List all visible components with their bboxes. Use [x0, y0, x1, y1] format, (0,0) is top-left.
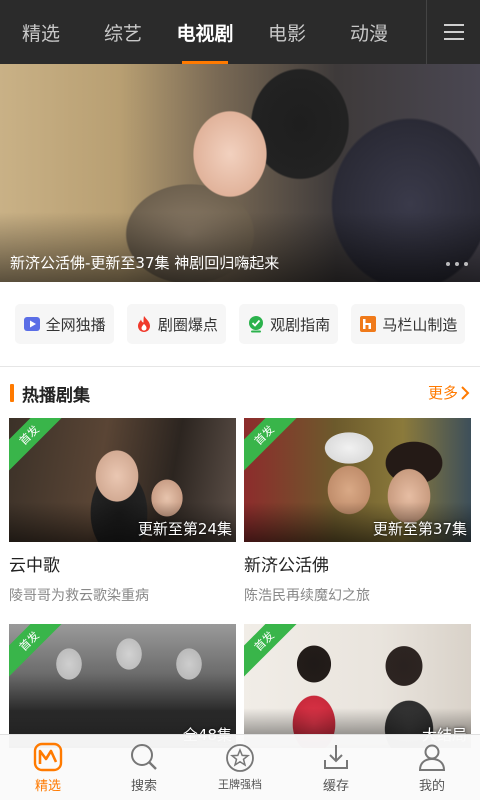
series-card[interactable]: 首发 更新至第24集 云中歌 陵哥哥为救云歌染重病 — [9, 418, 236, 605]
bottom-nav: 精选 搜索 王牌强档 缓存 我的 — [0, 734, 480, 800]
bottom-tab-label: 缓存 — [322, 778, 349, 794]
badge-label: 首发 — [251, 422, 277, 448]
series-title: 新济公活佛 — [244, 556, 329, 576]
quick-link-label: 剧圈爆点 — [157, 315, 218, 334]
mlshan-logo-icon — [359, 315, 377, 333]
episode-status: 更新至第37集 — [372, 520, 467, 538]
download-icon — [321, 742, 351, 772]
section-header: 热播剧集 更多 — [0, 367, 480, 417]
series-thumbnail: 首发 更新至第24集 — [9, 418, 236, 542]
series-subtitle: 陵哥哥为救云歌染重病 — [9, 588, 149, 604]
premiere-badge: 首发 — [9, 624, 69, 681]
play-icon — [23, 315, 41, 333]
banner-caption: 新济公活佛-更新至37集 神剧回归嗨起来 — [10, 254, 280, 272]
badge-label: 首发 — [16, 628, 42, 654]
banner-pagination — [446, 262, 468, 266]
bottom-tab-cache[interactable]: 缓存 — [288, 735, 384, 800]
quick-links: 全网独播 剧圈爆点 观剧指南 马栏山制造 — [0, 282, 480, 366]
more-link[interactable]: 更多 — [428, 382, 470, 403]
quick-link-mlshan[interactable]: 马栏山制造 — [351, 304, 466, 344]
flame-icon — [135, 315, 153, 333]
mango-logo-icon — [33, 742, 63, 772]
premiere-badge: 首发 — [9, 418, 69, 475]
quick-link-label: 全网独播 — [45, 315, 106, 334]
chevron-right-icon — [461, 385, 470, 400]
series-title: 云中歌 — [9, 556, 60, 576]
series-card[interactable]: 首发 全48集 — [9, 624, 236, 748]
user-icon — [417, 742, 447, 772]
app-root: 精选 综艺 电视剧 电影 动漫 新济公活佛-更新至37集 神剧回归嗨起来 全网独… — [0, 0, 480, 800]
search-icon — [129, 742, 159, 772]
series-grid: 首发 更新至第24集 云中歌 陵哥哥为救云歌染重病 首发 更新至第37集 新济公… — [0, 417, 480, 748]
quick-link-label: 马栏山制造 — [382, 315, 458, 334]
star-icon — [225, 743, 255, 773]
hamburger-icon — [443, 24, 464, 40]
tab-anime[interactable]: 动漫 — [328, 0, 410, 64]
quick-link-label: 观剧指南 — [270, 315, 331, 334]
tab-tv-series[interactable]: 电视剧 — [164, 0, 246, 64]
more-label: 更多 — [427, 384, 458, 402]
series-subtitle: 陈浩民再续魔幻之旅 — [244, 588, 370, 604]
pagination-dot — [464, 262, 468, 266]
bottom-tab-label: 我的 — [418, 778, 445, 794]
series-thumbnail: 首发 大结局 — [244, 624, 471, 748]
quick-link-guide[interactable]: 观剧指南 — [239, 304, 339, 344]
premiere-badge: 首发 — [244, 418, 304, 475]
tab-movies[interactable]: 电影 — [246, 0, 328, 64]
episode-status: 更新至第24集 — [137, 520, 232, 538]
series-card[interactable]: 首发 更新至第37集 新济公活佛 陈浩民再续魔幻之旅 — [244, 418, 471, 605]
tab-featured[interactable]: 精选 — [0, 0, 82, 64]
series-thumbnail: 首发 更新至第37集 — [244, 418, 471, 542]
section-title: 热播剧集 — [22, 386, 90, 406]
series-card[interactable]: 首发 大结局 — [244, 624, 471, 748]
badge-label: 首发 — [251, 628, 277, 654]
hero-banner[interactable]: 新济公活佛-更新至37集 神剧回归嗨起来 — [0, 64, 480, 282]
badge-label: 首发 — [16, 422, 42, 448]
bottom-tab-search[interactable]: 搜索 — [96, 735, 192, 800]
quick-link-exclusive[interactable]: 全网独播 — [14, 304, 114, 344]
bottom-tab-label: 搜索 — [130, 778, 157, 794]
bottom-tab-profile[interactable]: 我的 — [384, 735, 480, 800]
guide-icon — [247, 315, 265, 333]
bottom-tab-label: 王牌强档 — [218, 778, 262, 791]
bottom-tab-label: 精选 — [34, 778, 61, 794]
premiere-badge: 首发 — [244, 624, 304, 681]
series-thumbnail: 首发 全48集 — [9, 624, 236, 748]
menu-button[interactable] — [426, 0, 480, 64]
quick-link-hotspots[interactable]: 剧圈爆点 — [126, 304, 226, 344]
top-nav: 精选 综艺 电视剧 电影 动漫 — [0, 0, 480, 64]
bottom-tab-featured[interactable]: 精选 — [0, 735, 96, 800]
section-accent-bar — [10, 384, 14, 402]
tab-variety[interactable]: 综艺 — [82, 0, 164, 64]
pagination-dot — [455, 262, 459, 266]
pagination-dot — [446, 262, 450, 266]
bottom-tab-trump-card[interactable]: 王牌强档 — [192, 735, 288, 800]
